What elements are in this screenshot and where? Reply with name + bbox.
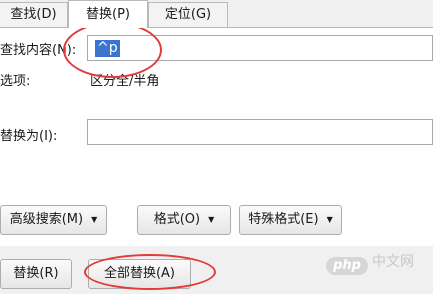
watermark: php 中文网 (326, 251, 414, 275)
replace-field[interactable] (87, 119, 433, 145)
find-selected-text: ^p (95, 40, 120, 57)
replace-all-button[interactable]: 全部替换(A) (88, 259, 191, 289)
format-button[interactable]: 格式(O) ▼ (137, 205, 231, 235)
dropdown-arrow-icon: ▼ (91, 215, 98, 224)
replace-input[interactable] (88, 120, 432, 144)
options-label: 选项: (0, 74, 31, 89)
find-field[interactable]: ^p (87, 35, 433, 61)
dropdown-arrow-icon: ▼ (326, 215, 333, 224)
tab-bar: 查找(D) 替换(P) 定位(G) (0, 0, 433, 28)
find-label: 查找内容(N): (0, 43, 77, 58)
options-value: 区分全/半角 (90, 74, 160, 89)
replace-label: 替换为(I): (0, 129, 58, 144)
replace-panel: 查找内容(N): ^p 选项: 区分全/半角 替换为(I): 高级搜索(M)▼ … (0, 28, 433, 246)
watermark-text: 中文网 (372, 254, 414, 270)
tab-find[interactable]: 查找(D) (0, 2, 68, 27)
tab-replace[interactable]: 替换(P) (68, 0, 148, 28)
format-label: 格式(O) (153, 212, 201, 227)
php-logo-icon: php (326, 257, 368, 275)
dropdown-arrow-icon: ▼ (208, 215, 215, 224)
find-input[interactable] (88, 36, 432, 60)
special-format-label: 特殊格式(E) (248, 212, 319, 227)
tab-goto[interactable]: 定位(G) (148, 2, 228, 27)
special-format-button[interactable]: 特殊格式(E) ▼ (239, 205, 342, 235)
advanced-search-label: 高级搜索(M) (9, 212, 84, 227)
advanced-search-button[interactable]: 高级搜索(M) ▼ (0, 205, 107, 235)
replace-button[interactable]: 替换(R) (0, 259, 72, 289)
